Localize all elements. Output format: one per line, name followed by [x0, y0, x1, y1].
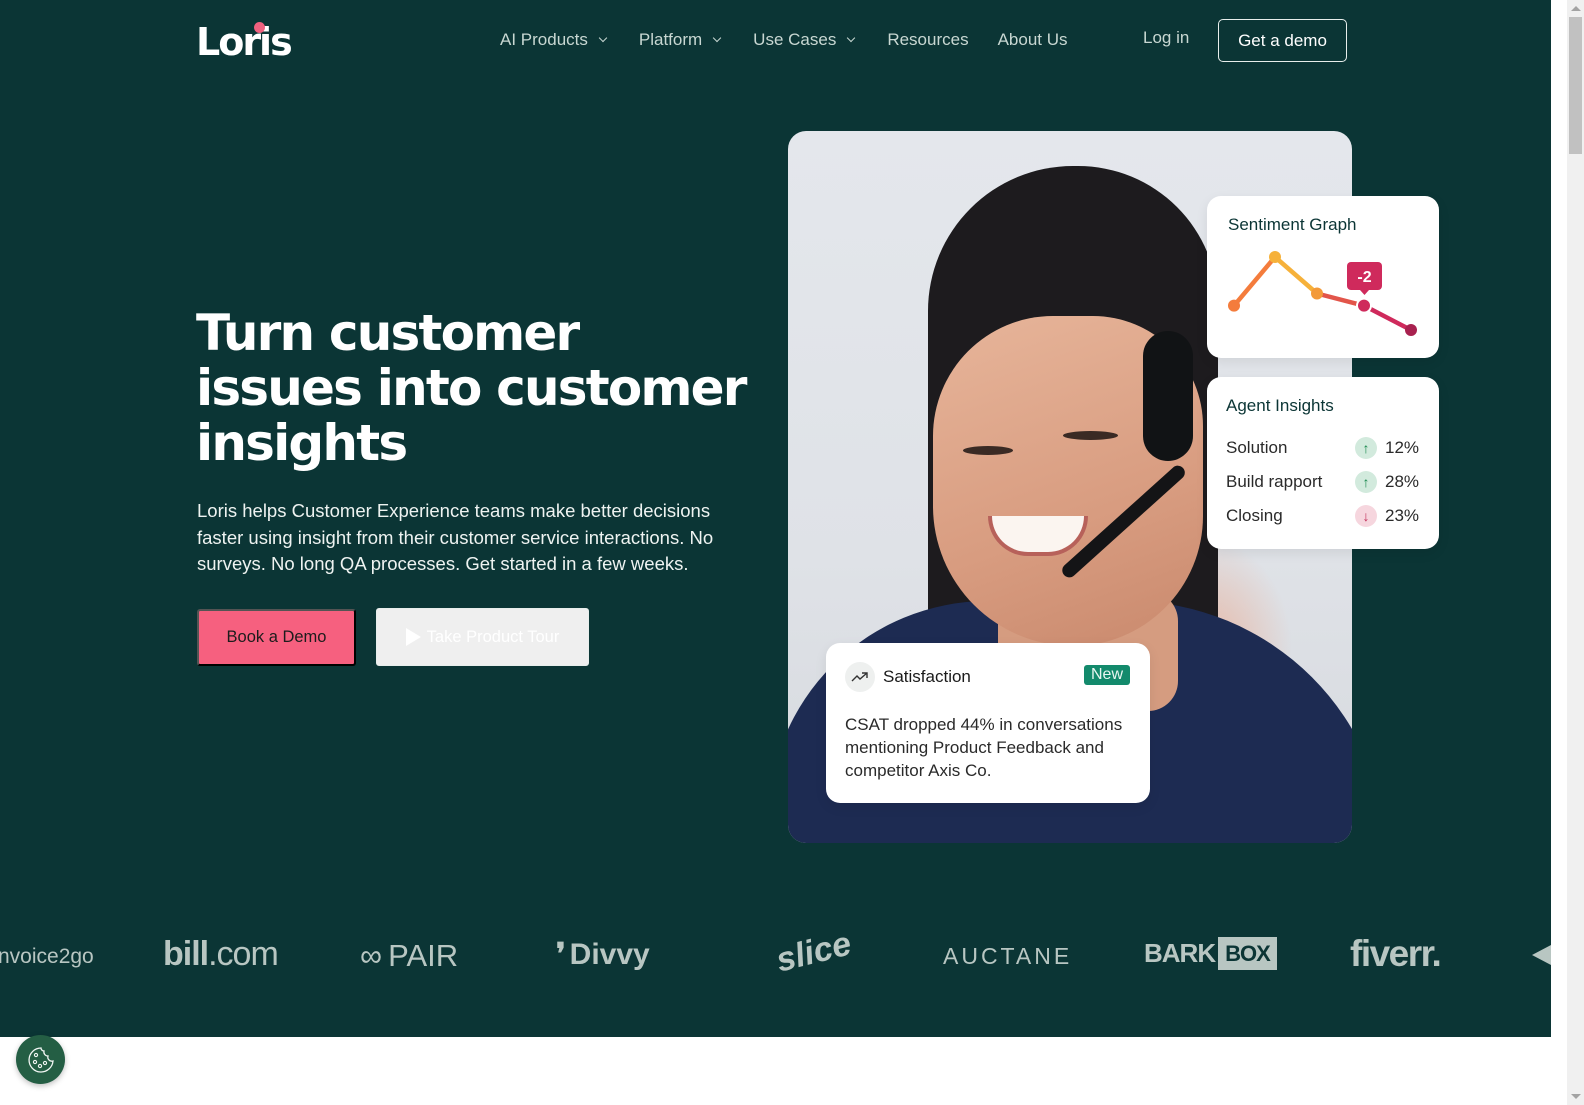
sentiment-point: [1228, 299, 1240, 312]
product-tour-label: Take Product Tour: [426, 627, 560, 646]
logo-divvy: ❜ Divvy: [556, 937, 650, 972]
insight-value: 28%: [1385, 472, 1420, 491]
insight-label: Solution: [1226, 438, 1288, 457]
tooltip-value: -2: [1357, 269, 1371, 286]
arrow-up-icon: ↑: [1355, 471, 1377, 493]
get-demo-button[interactable]: Get a demo: [1218, 19, 1347, 62]
divvy-mark-icon: ❜: [556, 938, 566, 971]
book-demo-button[interactable]: Book a Demo: [197, 609, 356, 666]
insight-row-closing: Closing ↓ 23%: [1226, 504, 1421, 528]
hero-section: Loris AI Products Platform Use Cases Res…: [0, 0, 1551, 1037]
scrollbar-thumb[interactable]: [1569, 17, 1582, 154]
sentiment-point: [1356, 297, 1372, 314]
nav-use-cases[interactable]: Use Cases: [753, 28, 858, 52]
insight-label: Closing: [1226, 506, 1283, 525]
logo-fiverr: fiverr.: [1350, 933, 1442, 974]
logo-text: Loris: [196, 20, 293, 64]
sentiment-line-segment: [1273, 255, 1319, 296]
photo-eye: [963, 446, 1013, 455]
logo-slice: slice: [772, 924, 855, 980]
tooltip-pointer: [1360, 290, 1369, 295]
hero-subtext: Loris helps Customer Experience teams ma…: [197, 500, 714, 574]
cookie-icon: [27, 1046, 54, 1073]
sentiment-tooltip: -2: [1347, 262, 1382, 295]
satisfaction-title: Satisfaction: [883, 667, 971, 686]
satisfaction-body: CSAT dropped 44% in conversations mentio…: [845, 715, 1123, 780]
agent-insights-card: Agent Insights Solution ↑ 12% Build rapp…: [1207, 377, 1439, 549]
logo-auctane: AUCTANE: [943, 943, 1073, 969]
logo-barkbox: BARK BOX: [1144, 937, 1277, 970]
insight-label: Build rapport: [1226, 472, 1323, 491]
insight-value: 23%: [1385, 506, 1420, 525]
nav-label: AI Products: [500, 30, 588, 49]
sentiment-point: [1269, 251, 1281, 263]
nav-label: Platform: [638, 30, 703, 49]
chevron-down-icon: [712, 33, 722, 43]
infinity-icon: ∞: [360, 938, 383, 973]
chevron-down-icon: [598, 33, 608, 43]
insight-row-solution: Solution ↑ 12%: [1226, 436, 1421, 460]
agent-insights-title: Agent Insights: [1226, 396, 1334, 415]
sentiment-point: [1405, 324, 1417, 336]
logo-invoice2go: nvoice2go: [0, 945, 94, 968]
satisfaction-card: Satisfaction New CSAT dropped 44% in con…: [826, 643, 1150, 803]
logo-pair: ∞ PAIR: [360, 938, 459, 973]
logo-bill-com: bill.com: [163, 935, 279, 973]
page-scrollbar[interactable]: [1567, 0, 1584, 1105]
nav-label: Use Cases: [753, 30, 837, 49]
chevron-down-icon: [847, 33, 856, 43]
nav-label: About Us: [997, 30, 1068, 49]
product-tour-button[interactable]: Take Product Tour: [376, 608, 589, 666]
loris-logo[interactable]: Loris: [196, 20, 293, 64]
sentiment-graph-chart: -2: [1228, 251, 1417, 336]
nav-ai-products[interactable]: AI Products: [500, 28, 610, 52]
scroll-up-arrow-icon[interactable]: [1571, 6, 1581, 11]
cookie-settings-button[interactable]: [16, 1035, 65, 1084]
customer-logos-strip: nvoice2go bill.com ∞ PAIR ❜ Divvy slice AU…: [0, 924, 1551, 995]
trending-up-icon: [845, 662, 875, 692]
logo-dot: [254, 22, 265, 33]
play-icon: [405, 628, 421, 646]
nav-about-us[interactable]: About Us: [998, 28, 1068, 52]
sentiment-point: [1311, 287, 1323, 300]
arrow-up-icon: ↑: [1355, 437, 1377, 459]
arrow-down-icon: ↓: [1355, 505, 1377, 527]
new-badge: New: [1083, 665, 1130, 685]
paper-plane-icon: [1532, 945, 1551, 965]
sentiment-graph-card: Sentiment Graph -2: [1207, 196, 1439, 358]
nav-resources[interactable]: Resources: [887, 28, 968, 52]
nav-label: Resources: [887, 30, 969, 49]
photo-eye: [1063, 431, 1118, 440]
insight-row-build-rapport: Build rapport ↑ 28%: [1226, 470, 1421, 494]
insight-value: 12%: [1385, 438, 1420, 457]
scroll-down-arrow-icon[interactable]: [1571, 1094, 1581, 1099]
main-nav: AI Products Platform Use Cases Resources…: [500, 28, 1068, 52]
photo-headset: [1143, 331, 1193, 461]
sentiment-line-segment: [1232, 255, 1277, 308]
hero-headline: Turn customer issues into customer insig…: [196, 304, 747, 472]
nav-platform[interactable]: Platform: [639, 28, 724, 52]
login-link[interactable]: Log in: [1143, 28, 1189, 48]
